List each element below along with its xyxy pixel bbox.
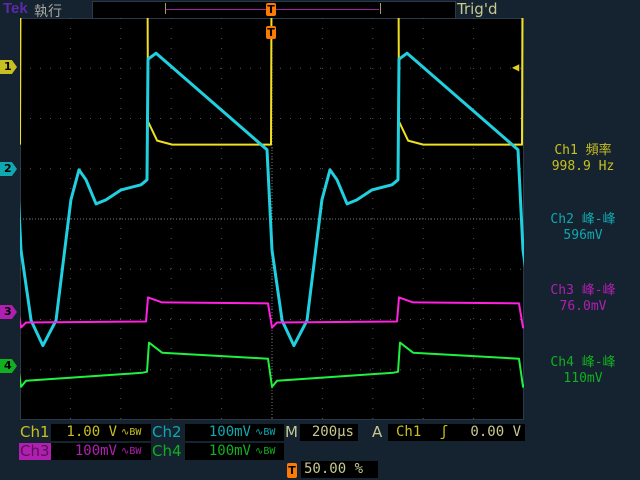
ch2-pk-pk-measurement: Ch2 峰-峰 596mV [526,212,640,244]
ch4-pk-pk-measurement: Ch4 峰-峰 110mV [526,355,640,387]
trigger-level: 0.00 V [470,424,521,440]
ch3-bw-icon: ∿BW [121,443,151,460]
measurement-title: Ch3 峰-峰 [550,283,616,298]
waveform-ch4 [20,341,524,388]
trigger-source: Ch1 [396,424,422,440]
measurement-value: 76.0mV [559,299,607,314]
timebase-value[interactable]: 200µs [300,424,358,441]
ch1-frequency-measurement: Ch1 頻率 998.9 Hz [526,143,640,175]
trigger-level-icon[interactable]: ◀ [512,60,519,74]
timebase-label: M [285,423,298,441]
ch4-marker[interactable]: 4 [0,359,17,373]
ch3-marker[interactable]: 3 [0,305,17,319]
trigger-settings[interactable]: Ch1 ʃ 0.00 V [388,424,525,441]
trigger-point-icon[interactable]: T [266,26,276,39]
ch3-scale[interactable]: 100mV [51,443,121,460]
ch4-bw-icon: ∿BW [255,443,284,460]
measurement-title: Ch1 頻率 [554,143,612,158]
ch1-scale[interactable]: 1.00 V [51,424,121,441]
measurement-title: Ch4 峰-峰 [550,355,616,370]
ch2-scale[interactable]: 100mV [185,424,255,441]
trigger-mode-label: A [372,423,383,441]
horizontal-position-icon: T [287,463,297,478]
trigger-position-icon[interactable]: T [266,3,276,16]
ch1-bw-icon: ∿BW [121,424,151,441]
ch3-pk-pk-measurement: Ch3 峰-峰 76.0mV [526,283,640,315]
ch2-marker[interactable]: 2 [0,162,17,176]
ch3-label[interactable]: Ch3 [19,443,51,460]
measurement-value: 110mV [563,371,603,386]
ch1-label[interactable]: Ch1 [20,424,50,441]
measurement-title: Ch2 峰-峰 [550,212,616,227]
ch4-scale[interactable]: 100mV [185,443,255,460]
horizontal-position-value[interactable]: 50.00 % [301,461,378,478]
ch4-label[interactable]: Ch4 [152,443,182,460]
trigger-status: Trig'd [457,0,498,18]
measurement-value: 998.9 Hz [551,159,615,174]
ch2-label[interactable]: Ch2 [152,424,182,441]
waveform-graph [20,18,524,420]
tek-logo: Tek [3,0,28,17]
rising-edge-icon: ʃ [439,424,449,440]
ch1-marker[interactable]: 1 [0,60,17,74]
measurement-value: 596mV [563,228,603,243]
ch2-bw-icon: ∿BW [255,424,284,441]
